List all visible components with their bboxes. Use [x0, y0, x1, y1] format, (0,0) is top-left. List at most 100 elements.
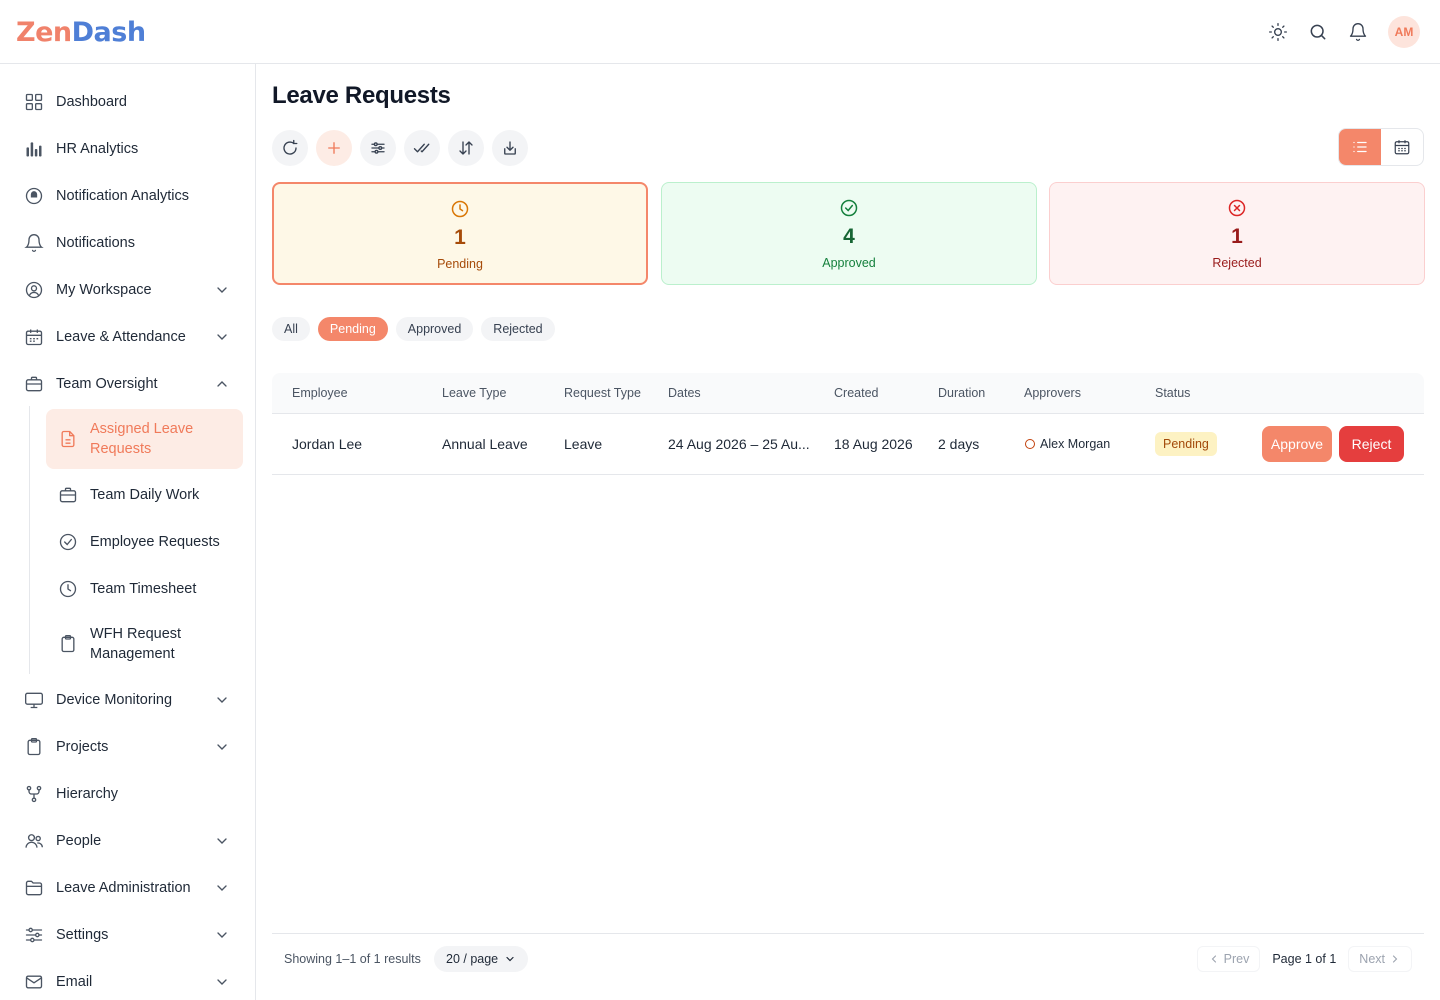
calendar-icon [1393, 138, 1411, 156]
filter-all[interactable]: All [272, 317, 310, 341]
add-request-button[interactable] [316, 130, 352, 166]
approve-button[interactable]: Approve [1262, 426, 1332, 462]
calendar-icon [24, 327, 44, 347]
sidebar-item-team-oversight[interactable]: Team Oversight [12, 364, 244, 404]
users-icon [24, 831, 44, 851]
calendar-view-button[interactable] [1381, 129, 1423, 165]
cell-approver: Alex Morgan [1025, 437, 1110, 451]
sidebar-item-leave-administration[interactable]: Leave Administration [12, 868, 244, 908]
check-circle-icon [58, 532, 78, 552]
bell-icon [24, 233, 44, 253]
sliders-icon [24, 925, 44, 945]
sidebar-subitem-employee-requests[interactable]: Employee Requests [46, 522, 243, 562]
bulk-approve-button[interactable] [404, 130, 440, 166]
filter-button[interactable] [360, 130, 396, 166]
sort-arrows-icon [457, 139, 475, 157]
page-size-select[interactable]: 20 / page [434, 946, 529, 972]
cell-request-type: Leave [564, 436, 603, 452]
pager: Prev Page 1 of 1 Next [1196, 946, 1412, 972]
page-title: Leave Requests [272, 82, 451, 109]
monitor-icon [24, 690, 44, 710]
refresh-button[interactable] [272, 130, 308, 166]
clipboard-icon [58, 634, 78, 654]
column-header-dates[interactable]: Dates [668, 386, 701, 400]
stat-card-pending[interactable]: 1 Pending [272, 182, 648, 285]
analytics-icon [24, 186, 44, 206]
table-row[interactable]: Jordan Lee Annual Leave Leave 24 Aug 202… [272, 414, 1424, 475]
view-toggle [1338, 128, 1424, 166]
column-header-created[interactable]: Created [834, 386, 878, 400]
main-content: Leave Requests 1 Pending 4 Approved 1 Re… [256, 64, 1440, 1000]
mail-icon [24, 972, 44, 992]
bell-icon[interactable] [1342, 16, 1374, 48]
chevron-down-icon [214, 692, 230, 708]
next-page-button[interactable]: Next [1348, 946, 1412, 972]
sidebar-item-email[interactable]: Email [12, 962, 244, 1000]
search-icon[interactable] [1302, 16, 1334, 48]
user-avatar[interactable]: AM [1388, 16, 1420, 48]
top-bar: Zen Dash AM [0, 0, 1440, 64]
export-button[interactable] [492, 130, 528, 166]
clipboard-icon [24, 737, 44, 757]
chevron-left-icon [1208, 953, 1220, 965]
sidebar-subitem-assigned-leave-requests[interactable]: Assigned Leave Requests [46, 409, 243, 469]
reject-button[interactable]: Reject [1339, 426, 1404, 462]
filter-rejected[interactable]: Rejected [481, 317, 555, 341]
sidebar-item-my-workspace[interactable]: My Workspace [12, 270, 244, 310]
table-header: Employee Leave Type Request Type Dates C… [272, 373, 1424, 414]
sidebar-item-settings[interactable]: Settings [12, 915, 244, 955]
bar-chart-icon [24, 139, 44, 159]
sidebar-item-hierarchy[interactable]: Hierarchy [12, 774, 244, 814]
sidebar-item-projects[interactable]: Projects [12, 727, 244, 767]
sidebar-subitem-team-timesheet[interactable]: Team Timesheet [46, 569, 243, 609]
chevron-down-icon [214, 282, 230, 298]
stat-card-rejected[interactable]: 1 Rejected [1049, 182, 1425, 285]
chevron-down-icon [214, 833, 230, 849]
sidebar-item-notifications[interactable]: Notifications [12, 223, 244, 263]
submenu-guide-line [29, 406, 30, 674]
page-indicator: Page 1 of 1 [1272, 952, 1337, 966]
sidebar-item-device-monitoring[interactable]: Device Monitoring [12, 680, 244, 720]
approver-name: Alex Morgan [1040, 437, 1111, 451]
column-header-request-type[interactable]: Request Type [564, 386, 641, 400]
column-header-status[interactable]: Status [1155, 386, 1190, 400]
chevron-right-icon [1389, 953, 1401, 965]
sidebar-subitem-wfh-request-management[interactable]: WFH Request Management [46, 614, 243, 674]
filter-pending[interactable]: Pending [317, 317, 388, 341]
cell-employee: Jordan Lee [292, 436, 363, 452]
refresh-icon [281, 139, 299, 157]
theme-toggle-sun-icon[interactable] [1262, 16, 1294, 48]
x-circle-icon [1227, 198, 1247, 218]
column-header-leave-type[interactable]: Leave Type [442, 386, 506, 400]
stat-value: 1 [1231, 225, 1243, 248]
column-header-duration[interactable]: Duration [938, 386, 985, 400]
sidebar-item-notification-analytics[interactable]: Notification Analytics [12, 176, 244, 216]
sidebar: Dashboard HR Analytics Notification Anal… [0, 64, 256, 1000]
stat-value: 4 [843, 225, 855, 248]
sidebar-item-leave-attendance[interactable]: Leave & Attendance [12, 317, 244, 357]
leave-requests-table: Employee Leave Type Request Type Dates C… [272, 373, 1424, 475]
cell-leave-type: Annual Leave [442, 436, 528, 452]
sort-button[interactable] [448, 130, 484, 166]
zendash-logo[interactable]: Zen Dash [16, 16, 146, 48]
chevron-down-icon [214, 739, 230, 755]
column-header-approvers[interactable]: Approvers [1024, 386, 1081, 400]
sidebar-item-dashboard[interactable]: Dashboard [12, 82, 244, 122]
stat-label: Pending [437, 257, 483, 271]
sidebar-item-hr-analytics[interactable]: HR Analytics [12, 129, 244, 169]
top-actions: AM [1262, 16, 1420, 48]
chevron-down-icon [214, 927, 230, 943]
sidebar-item-people[interactable]: People [12, 821, 244, 861]
check-circle-icon [839, 198, 859, 218]
chevron-down-icon [214, 880, 230, 896]
sidebar-subitem-team-daily-work[interactable]: Team Daily Work [46, 475, 243, 515]
stat-value: 1 [454, 226, 466, 249]
list-view-button[interactable] [1339, 129, 1381, 165]
approver-status-dot [1025, 439, 1035, 449]
double-check-icon [413, 139, 431, 157]
filter-approved[interactable]: Approved [395, 317, 474, 341]
column-header-employee[interactable]: Employee [292, 386, 348, 400]
stat-card-approved[interactable]: 4 Approved [661, 182, 1037, 285]
download-icon [501, 139, 519, 157]
prev-page-button[interactable]: Prev [1196, 946, 1261, 972]
